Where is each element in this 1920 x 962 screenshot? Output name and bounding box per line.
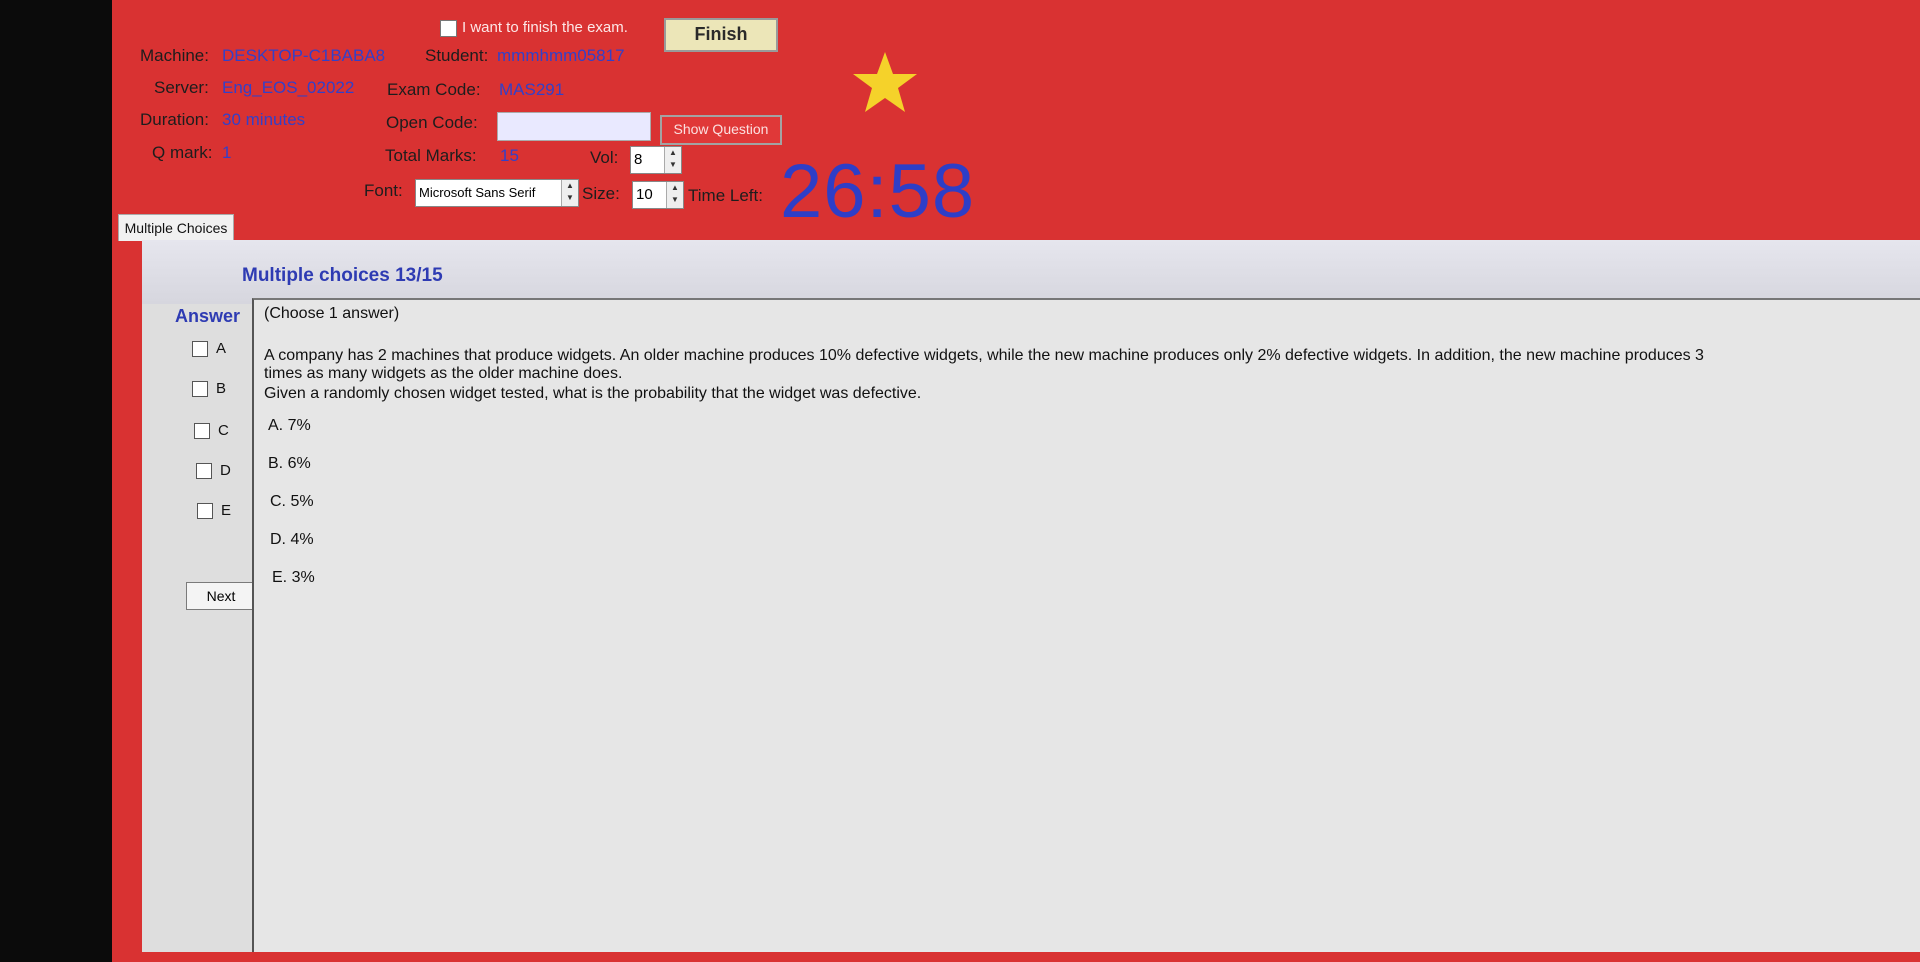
question-text-line-2: times as many widgets as the older machi… (264, 365, 623, 382)
timer-display: 26:58 (780, 149, 976, 234)
question-option-a: A. 7% (268, 417, 311, 434)
spinner-arrows-icon[interactable]: ▲ ▼ (664, 147, 681, 173)
vol-spinner[interactable]: 8 ▲ ▼ (630, 146, 682, 174)
next-button[interactable]: Next (186, 582, 256, 610)
server-value: Eng_EOS_02022 (222, 78, 355, 97)
answer-choice-label: B (216, 380, 227, 397)
size-label: Size: (582, 184, 620, 203)
question-content-area: (Choose 1 answer) A company has 2 machin… (252, 298, 1920, 952)
finish-exam-checkbox[interactable] (440, 20, 457, 37)
total-marks-label: Total Marks: (385, 146, 477, 165)
tab-multiple-choices[interactable]: Multiple Choices (118, 214, 234, 241)
total-marks-value: 15 (500, 146, 519, 165)
finish-button[interactable]: Finish (664, 18, 778, 52)
spinner-arrows-icon[interactable]: ▲ ▼ (666, 182, 683, 208)
answer-choice-c[interactable]: C (194, 422, 229, 440)
star-icon (853, 52, 917, 112)
qmark-label: Q mark: (152, 143, 213, 162)
vol-value: 8 (634, 151, 643, 168)
font-label: Font: (364, 181, 403, 200)
question-option-d: D. 4% (270, 531, 314, 548)
open-code-input[interactable] (497, 112, 651, 141)
question-option-c: C. 5% (270, 493, 314, 510)
question-text-line-3: Given a randomly chosen widget tested, w… (264, 385, 922, 402)
exam-code-value: MAS291 (499, 80, 565, 99)
answer-choice-d[interactable]: D (196, 462, 231, 480)
question-option-b: B. 6% (268, 455, 311, 472)
answer-checkbox[interactable] (197, 503, 213, 520)
open-code-label: Open Code: (386, 113, 478, 132)
answer-choice-b[interactable]: B (192, 380, 227, 398)
question-option-e: E. 3% (272, 569, 315, 586)
question-instruction: (Choose 1 answer) (264, 305, 400, 322)
question-progress-title: Multiple choices 13/15 (242, 265, 443, 286)
answer-choice-label: C (218, 422, 229, 439)
duration-value: 30 minutes (222, 110, 306, 129)
exam-client-window: I want to finish the exam. Finish Machin… (112, 0, 1920, 962)
question-text-line-1: A company has 2 machines that produce wi… (264, 347, 1704, 364)
server-label: Server: (154, 78, 209, 97)
size-value: 10 (636, 186, 653, 203)
font-value: Microsoft Sans Serif (419, 185, 536, 200)
answer-choice-label: A (216, 340, 227, 357)
spinner-arrows-icon[interactable]: ▲ ▼ (561, 180, 578, 206)
answer-label: Answer (175, 306, 241, 326)
student-value: mmmhmm05817 (497, 46, 625, 65)
student-label: Student: (425, 46, 489, 65)
vol-label: Vol: (590, 148, 619, 167)
font-selector[interactable]: Microsoft Sans Serif ▲ ▼ (415, 179, 579, 207)
answer-checkbox[interactable] (196, 463, 212, 480)
answer-checkbox[interactable] (192, 381, 208, 398)
answer-choice-label: E (221, 502, 232, 519)
show-question-button[interactable]: Show Question (660, 115, 782, 145)
duration-label: Duration: (140, 110, 209, 129)
machine-label: Machine: (140, 46, 209, 65)
machine-value: DESKTOP-C1BABA8 (222, 46, 386, 65)
question-panel: Multiple choices 13/15 Answer A B C D E … (142, 240, 1920, 952)
size-spinner[interactable]: 10 ▲ ▼ (632, 181, 684, 209)
panel-header: Multiple choices 13/15 (142, 240, 1920, 304)
answer-checkbox[interactable] (192, 341, 208, 358)
time-left-label: Time Left: (688, 186, 763, 205)
answer-choice-a[interactable]: A (192, 340, 227, 358)
qmark-value: 1 (222, 143, 232, 162)
exam-code-label: Exam Code: (387, 80, 481, 99)
answer-checkbox[interactable] (194, 423, 210, 440)
answer-choice-e[interactable]: E (197, 502, 232, 520)
finish-exam-label: I want to finish the exam. (462, 19, 628, 36)
answer-choice-label: D (220, 462, 231, 479)
